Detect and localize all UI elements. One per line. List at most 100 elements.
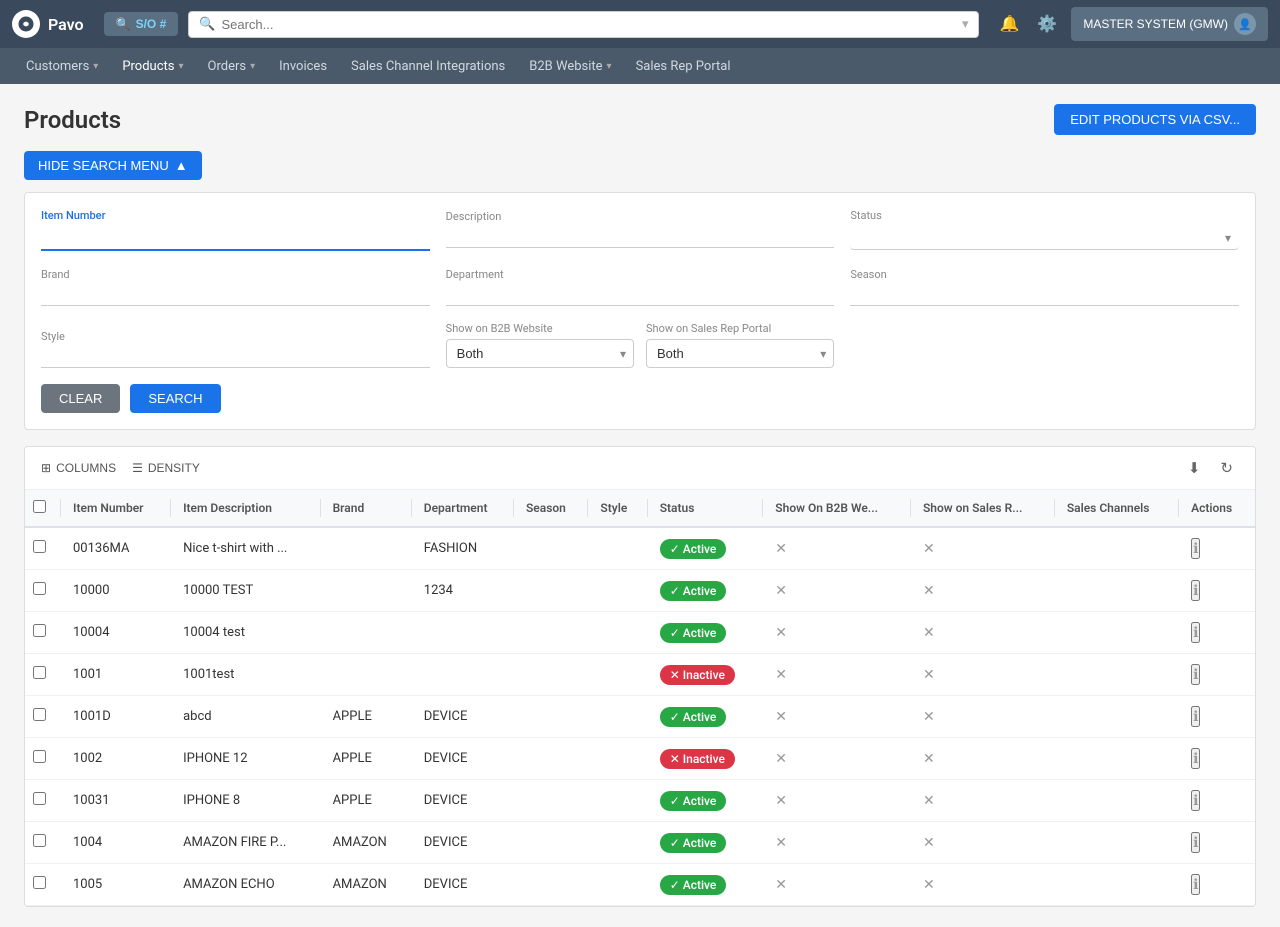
row-status: ✓ Active: [648, 864, 764, 906]
row-b2b: ✕: [763, 738, 911, 780]
row-status: ✓ Active: [648, 696, 764, 738]
table-row: 10031 IPHONE 8 APPLE DEVICE ✓ Active ✕ ✕…: [25, 780, 1255, 822]
col-header-item-number: Item Number: [61, 490, 171, 527]
row-salesrep: ✕: [911, 570, 1055, 612]
global-search-input[interactable]: [221, 17, 956, 32]
products-table: Item Number Item Description Brand Depar…: [25, 490, 1255, 906]
hide-chevron-icon: ▲: [175, 158, 188, 173]
row-checkbox[interactable]: [33, 750, 46, 763]
info-button[interactable]: ℹ: [1191, 622, 1200, 643]
item-number-input[interactable]: [41, 226, 430, 251]
info-button[interactable]: ℹ: [1191, 538, 1200, 559]
subnav-b2b[interactable]: B2B Website ▾: [519, 53, 621, 80]
row-checkbox[interactable]: [33, 834, 46, 847]
columns-button[interactable]: ⊞ COLUMNS: [41, 461, 116, 475]
info-button[interactable]: ℹ: [1191, 706, 1200, 727]
row-item-number: 1002: [61, 738, 171, 780]
row-b2b: ✕: [763, 612, 911, 654]
row-brand: [321, 654, 412, 696]
info-button[interactable]: ℹ: [1191, 790, 1200, 811]
b2b-x-icon: ✕: [775, 709, 787, 725]
b2b-chevron: ▾: [607, 61, 612, 72]
search-button[interactable]: SEARCH: [130, 384, 220, 413]
row-salesrep: ✕: [911, 822, 1055, 864]
row-checkbox[interactable]: [33, 624, 46, 637]
subnav-orders[interactable]: Orders ▾: [198, 53, 266, 80]
subnav-customers[interactable]: Customers ▾: [16, 53, 108, 80]
status-badge-active: ✓ Active: [660, 875, 727, 895]
row-season: [514, 780, 588, 822]
department-input[interactable]: [446, 282, 835, 306]
col-header-brand: Brand: [321, 490, 412, 527]
show-b2b-select[interactable]: Both Yes No: [446, 339, 634, 368]
description-field: Description: [446, 209, 835, 251]
status-select[interactable]: Active Inactive: [850, 226, 1239, 250]
subnav-products[interactable]: Products ▾: [112, 53, 193, 80]
clear-button[interactable]: CLEAR: [41, 384, 120, 413]
row-salesrep: ✕: [911, 696, 1055, 738]
col-header-style: Style: [588, 490, 647, 527]
row-checkbox-cell: [25, 822, 61, 864]
info-button[interactable]: ℹ: [1191, 832, 1200, 853]
row-channels: [1055, 612, 1179, 654]
col-header-salesrep: Show on Sales R...: [911, 490, 1055, 527]
salesrep-x-icon: ✕: [923, 835, 935, 851]
search-dropdown-icon[interactable]: ▾: [962, 17, 969, 32]
row-item-number: 1004: [61, 822, 171, 864]
global-search: 🔍 ▾: [188, 11, 979, 38]
row-checkbox[interactable]: [33, 876, 46, 889]
row-b2b: ✕: [763, 780, 911, 822]
info-button[interactable]: ℹ: [1191, 874, 1200, 895]
page-header: Products EDIT PRODUCTS VIA CSV...: [24, 104, 1256, 135]
style-input[interactable]: [41, 344, 430, 368]
edit-csv-button[interactable]: EDIT PRODUCTS VIA CSV...: [1054, 104, 1256, 135]
salesrep-x-icon: ✕: [923, 625, 935, 641]
brand-input[interactable]: [41, 282, 430, 306]
b2b-x-icon: ✕: [775, 541, 787, 557]
download-button[interactable]: ⬇: [1182, 457, 1207, 479]
density-button[interactable]: ☰ DENSITY: [132, 461, 200, 475]
row-checkbox[interactable]: [33, 792, 46, 805]
subnav-invoices[interactable]: Invoices: [269, 53, 337, 80]
notifications-button[interactable]: 🔔: [995, 10, 1023, 38]
description-input[interactable]: [446, 224, 835, 248]
settings-button[interactable]: ⚙️: [1033, 10, 1061, 38]
row-checkbox-cell: [25, 696, 61, 738]
row-description: AMAZON FIRE P...: [171, 822, 320, 864]
row-checkbox[interactable]: [33, 540, 46, 553]
salesrep-x-icon: ✕: [923, 709, 935, 725]
row-checkbox[interactable]: [33, 582, 46, 595]
brand-field: Brand: [41, 267, 430, 306]
row-season: [514, 822, 588, 864]
row-department: DEVICE: [412, 864, 514, 906]
page-content: Products EDIT PRODUCTS VIA CSV... HIDE S…: [0, 84, 1280, 927]
item-number-field: Item Number: [41, 209, 430, 251]
season-input[interactable]: [850, 282, 1239, 306]
show-salesrep-select[interactable]: Both Yes No: [646, 339, 834, 368]
row-checkbox-cell: [25, 654, 61, 696]
search-row-1: Item Number Description Status Active In…: [41, 209, 1239, 251]
table-row: 00136MA Nice t-shirt with ... FASHION ✓ …: [25, 527, 1255, 570]
row-description: IPHONE 8: [171, 780, 320, 822]
subnav-sales-channel[interactable]: Sales Channel Integrations: [341, 53, 515, 80]
density-icon: ☰: [132, 461, 143, 475]
row-item-number: 1001D: [61, 696, 171, 738]
row-item-number: 1001: [61, 654, 171, 696]
row-season: [514, 696, 588, 738]
subnav-salesrep[interactable]: Sales Rep Portal: [626, 53, 741, 80]
hide-search-menu-button[interactable]: HIDE SEARCH MENU ▲: [24, 151, 202, 180]
info-button[interactable]: ℹ: [1191, 748, 1200, 769]
info-button[interactable]: ℹ: [1191, 664, 1200, 685]
master-system-button[interactable]: MASTER SYSTEM (GMW) 👤: [1071, 7, 1268, 41]
show-salesrep-wrapper: Both Yes No: [646, 339, 834, 368]
department-field: Department: [446, 267, 835, 306]
select-all-checkbox[interactable]: [33, 500, 46, 513]
row-checkbox[interactable]: [33, 708, 46, 721]
info-button[interactable]: ℹ: [1191, 580, 1200, 601]
refresh-button[interactable]: ↻: [1214, 457, 1239, 479]
row-channels: [1055, 822, 1179, 864]
so-button[interactable]: 🔍 S/O #: [104, 12, 179, 36]
row-checkbox[interactable]: [33, 666, 46, 679]
row-brand: AMAZON: [321, 864, 412, 906]
b2b-x-icon: ✕: [775, 793, 787, 809]
